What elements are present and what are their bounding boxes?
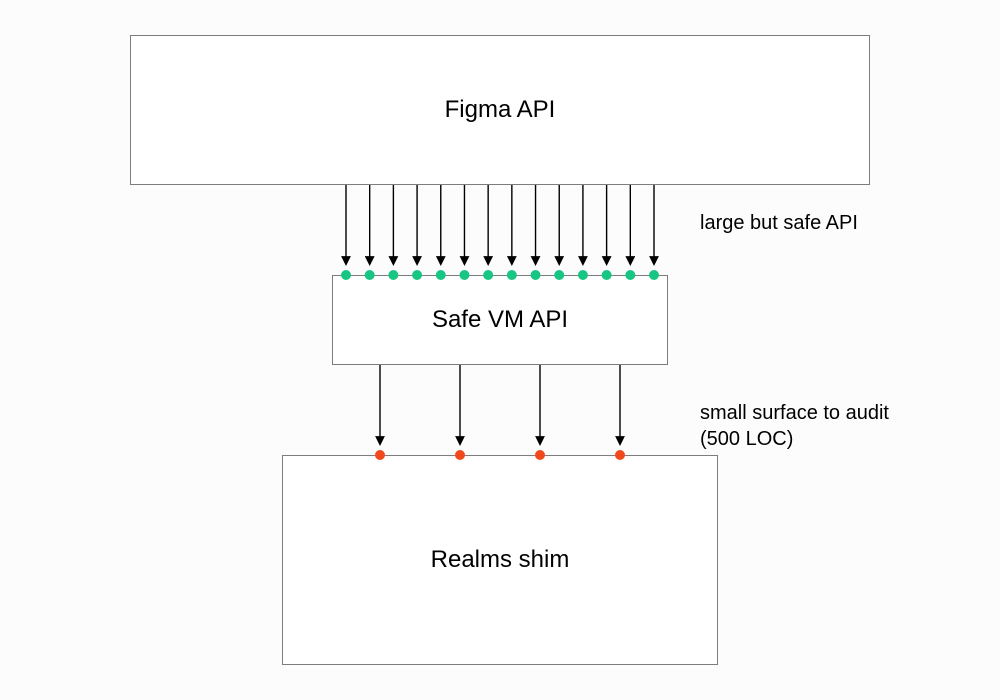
box-safe-vm-api-label: Safe VM API bbox=[432, 306, 568, 334]
annotation-large-safe-api: large but safe API bbox=[700, 210, 858, 236]
box-realms-shim: Realms shim bbox=[282, 455, 718, 665]
box-realms-shim-label: Realms shim bbox=[431, 546, 570, 574]
diagram-stage: Figma API Safe VM API Realms shim large … bbox=[0, 0, 1000, 700]
box-safe-vm-api: Safe VM API bbox=[332, 275, 668, 365]
annotation-small-surface: small surface to audit(500 LOC) bbox=[700, 400, 889, 452]
box-figma-api: Figma API bbox=[130, 35, 870, 185]
box-figma-api-label: Figma API bbox=[445, 96, 556, 124]
